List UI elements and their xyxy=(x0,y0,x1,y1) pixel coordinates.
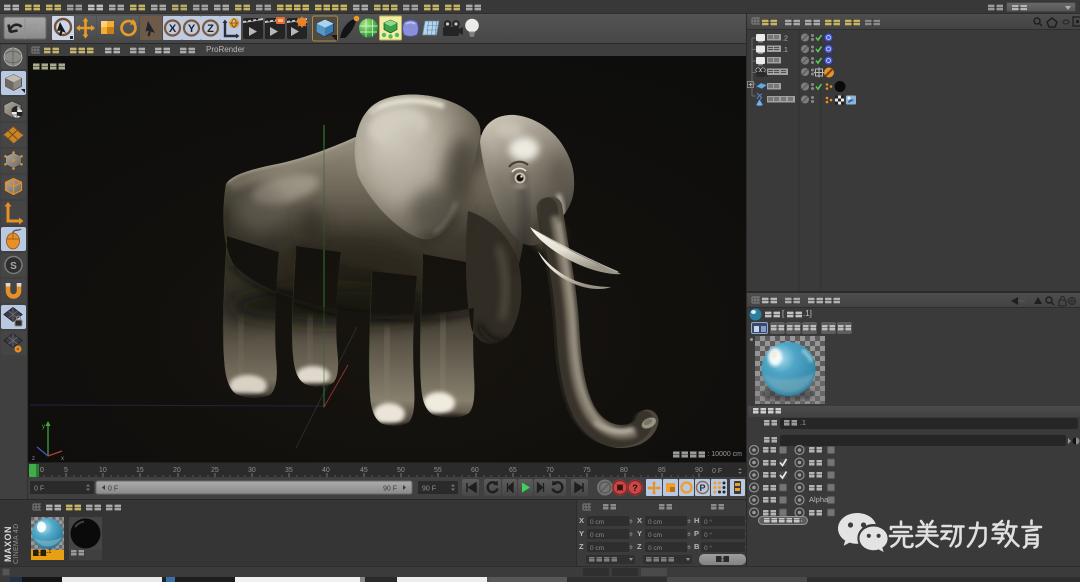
svg-text:0 F: 0 F xyxy=(712,468,722,475)
svg-text:40: 40 xyxy=(322,467,330,474)
svg-text:80: 80 xyxy=(620,467,628,474)
svg-text:85: 85 xyxy=(658,467,666,474)
svg-text:0 cm: 0 cm xyxy=(590,532,604,539)
svg-text:P: P xyxy=(699,483,705,493)
svg-text:0 cm: 0 cm xyxy=(648,519,662,526)
svg-text:90 F: 90 F xyxy=(422,486,436,493)
svg-text:35: 35 xyxy=(285,467,293,474)
svg-text:25: 25 xyxy=(211,467,219,474)
svg-text:0 F: 0 F xyxy=(108,486,118,493)
svg-text:10: 10 xyxy=(99,467,107,474)
svg-text:60: 60 xyxy=(471,467,479,474)
svg-text:65: 65 xyxy=(509,467,517,474)
svg-text:.2: .2 xyxy=(782,36,788,43)
svg-text:0 F: 0 F xyxy=(34,486,44,493)
svg-text:Y: Y xyxy=(637,529,642,538)
svg-text:Z: Z xyxy=(207,23,214,35)
svg-text:0 °: 0 ° xyxy=(704,518,712,526)
svg-text:0 cm: 0 cm xyxy=(648,545,662,552)
svg-text:0 cm: 0 cm xyxy=(590,545,604,552)
svg-text:?: ? xyxy=(632,483,638,493)
svg-text:70: 70 xyxy=(546,467,554,474)
svg-text:X: X xyxy=(579,516,584,525)
svg-text:5: 5 xyxy=(64,467,68,474)
svg-text:H: H xyxy=(694,516,699,525)
svg-text:15: 15 xyxy=(136,467,144,474)
svg-text:55: 55 xyxy=(434,467,442,474)
svg-text:Y: Y xyxy=(188,23,196,35)
svg-text:S: S xyxy=(10,261,17,272)
svg-text:P: P xyxy=(694,529,699,538)
svg-text:45: 45 xyxy=(360,467,368,474)
svg-text:50: 50 xyxy=(397,467,405,474)
svg-text:y: y xyxy=(42,424,45,430)
svg-text:0: 0 xyxy=(40,467,44,474)
svg-text:0 °: 0 ° xyxy=(704,531,712,539)
svg-text:Z: Z xyxy=(637,542,642,551)
svg-text:Z: Z xyxy=(579,542,584,551)
svg-text:0 cm: 0 cm xyxy=(590,519,604,526)
svg-text:.1: .1 xyxy=(782,47,788,54)
svg-text:90: 90 xyxy=(695,467,703,474)
svg-text:20: 20 xyxy=(173,467,181,474)
svg-text:0 °: 0 ° xyxy=(704,544,712,552)
svg-text:90 F: 90 F xyxy=(383,486,397,493)
svg-text:X: X xyxy=(169,23,177,35)
svg-text:B: B xyxy=(694,542,700,551)
svg-text:X: X xyxy=(637,516,642,525)
svg-text:0 cm: 0 cm xyxy=(648,532,662,539)
svg-text:75: 75 xyxy=(583,467,591,474)
svg-text:Y: Y xyxy=(579,529,584,538)
svg-text:30: 30 xyxy=(248,467,256,474)
